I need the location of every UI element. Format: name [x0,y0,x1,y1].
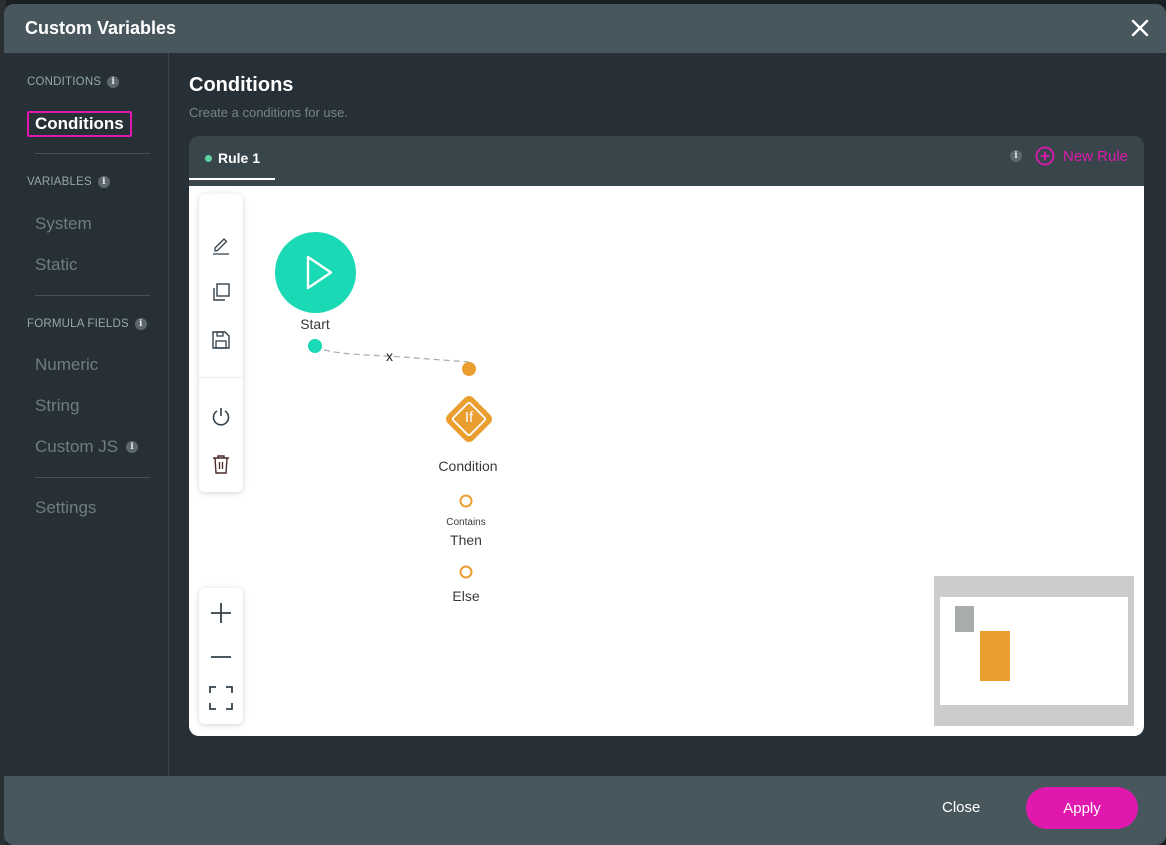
plus-circle-icon [1035,146,1055,166]
start-output-port[interactable] [308,339,322,353]
sidebar-item-conditions[interactable]: Conditions [27,111,132,137]
minimap-viewport[interactable] [940,597,1128,705]
else-port[interactable] [459,565,473,579]
info-icon[interactable]: i [107,76,120,88]
start-node-label: Start [300,316,330,332]
info-icon[interactable]: i [126,441,139,453]
info-icon[interactable]: i [134,318,147,330]
new-rule-label: New Rule [1063,147,1129,165]
rule-tab-bar: Rule 1 i New Rule [189,136,1144,186]
sidebar-item-label: String [35,396,80,415]
condition-node[interactable]: If [437,387,501,451]
modal-footer: Close Apply [4,776,1166,845]
sidebar-item-label: Custom JS [35,437,119,456]
new-rule-button[interactable]: New Rule [1035,146,1128,166]
custom-variables-modal: Custom Variables CONDITIONS i Conditions… [4,4,1166,845]
edge-label[interactable]: x [386,348,393,364]
section-label-text: CONDITIONS [27,76,102,88]
modal-header: Custom Variables [4,4,1166,53]
tab-label: Rule 1 [218,150,261,166]
section-label-variables: VARIABLES i [27,176,110,188]
main-content: Conditions Create a conditions for use. … [169,53,1166,776]
then-label: Then [450,532,482,548]
flow-canvas[interactable]: x Start If Condition Contains Then Else [189,186,1144,736]
section-label-formula-fields: FORMULA FIELDS i [27,318,147,330]
sidebar-item-static[interactable]: Static [35,255,78,275]
divider [35,153,150,154]
apply-button[interactable]: Apply [1026,787,1138,829]
sidebar-item-system[interactable]: System [35,214,92,234]
sidebar-item-label: Conditions [35,114,124,133]
sidebar-item-label: Static [35,255,78,274]
section-label-conditions: CONDITIONS i [27,76,120,88]
start-node[interactable] [275,232,356,313]
page-title: Conditions [189,74,294,96]
minimap-start-node [955,606,974,632]
minimap-condition-node [980,631,1010,681]
sidebar-item-settings[interactable]: Settings [35,498,96,518]
section-label-text: FORMULA FIELDS [27,318,129,330]
condition-input-port[interactable] [462,362,476,376]
divider [35,477,150,478]
modal-title: Custom Variables [25,18,177,38]
tab-rule-1[interactable]: Rule 1 [189,136,275,180]
sidebar-item-custom-js[interactable]: Custom JS i [35,437,139,457]
info-icon[interactable]: i [1010,150,1022,162]
sidebar-item-label: Settings [35,498,97,517]
minimap[interactable] [934,576,1134,726]
if-glyph: If [464,409,474,426]
divider [35,295,150,296]
section-label-text: VARIABLES [27,176,92,188]
sidebar-item-label: System [35,214,92,233]
status-dot [205,155,212,162]
info-icon[interactable]: i [97,176,110,188]
sidebar-item-label: Numeric [35,355,99,374]
else-label: Else [452,588,480,604]
play-icon [306,255,333,290]
page-subtitle: Create a conditions for use. [189,105,348,120]
rule-panel: Rule 1 i New Rule x Start If Condition C… [189,136,1144,736]
sidebar: CONDITIONS i Conditions VARIABLES i Syst… [4,53,169,776]
sidebar-item-numeric[interactable]: Numeric [35,355,98,375]
then-port[interactable] [459,494,473,508]
sidebar-item-string[interactable]: String [35,396,79,416]
close-icon[interactable] [1128,16,1152,40]
condition-node-label: Condition [438,458,498,474]
then-sublabel: Contains [446,517,486,528]
close-button[interactable]: Close [942,799,980,816]
